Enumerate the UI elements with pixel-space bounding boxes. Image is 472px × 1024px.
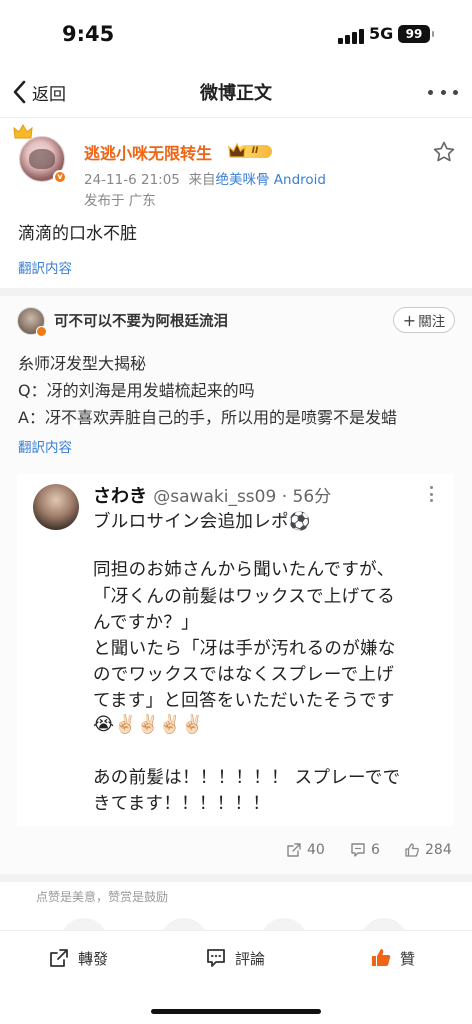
- translate-link[interactable]: 翻訳内容: [18, 436, 72, 456]
- verified-badge-icon: v: [53, 170, 67, 184]
- username[interactable]: 逃逃小咪无限转生: [84, 140, 212, 164]
- comment-icon: [207, 949, 225, 967]
- like-count-button[interactable]: 284: [404, 842, 452, 858]
- screenshot-line: ブルロサイン会追加レポ⚽: [93, 512, 311, 532]
- screenshot-line: 「冴くんの前髪はワックスで上げてる: [93, 587, 396, 607]
- vip-badge[interactable]: II: [228, 142, 272, 160]
- screenshot-line: 同担のお姉さんから聞いたんですが、: [93, 560, 395, 580]
- post-timestamp: 24-11-6 21:05: [84, 172, 180, 188]
- follow-label: 關注: [418, 314, 446, 330]
- repost-line: 糸师冴发型大揭秘: [18, 354, 147, 373]
- repost-card[interactable]: 可不可以不要为阿根廷流泪 + 關注 糸师冴发型大揭秘 Q：冴的刘海是用发蜡梳起来…: [0, 296, 472, 874]
- like-note: 点赞是美意，赞赏是鼓励: [36, 890, 169, 904]
- favorite-star-icon[interactable]: [432, 140, 456, 164]
- repost-line: A：冴不喜欢弄脏自己的手，所以用的是喷雾不是发蜡: [18, 408, 397, 427]
- crown-icon: [13, 124, 33, 139]
- screenshot-line: んですか？」: [93, 613, 199, 633]
- thumbs-up-icon: [372, 949, 391, 966]
- screenshot-line: あの前髪は！！！！！！ スプレーでで: [93, 768, 401, 788]
- repost-line: Q：冴的刘海是用发蜡梳起来的吗: [18, 381, 255, 400]
- bottom-action-bar: 轉發 評論 贊: [0, 930, 472, 1024]
- like-button[interactable]: 贊: [370, 947, 415, 969]
- screenshot-line: と聞いたら「冴は手が汚れるのが嫌な: [93, 639, 396, 659]
- home-indicator: [151, 1009, 321, 1014]
- like-label: 贊: [400, 949, 416, 968]
- status-time: 9:45: [62, 22, 115, 46]
- plus-icon: +: [402, 310, 417, 330]
- status-bar: 9:45 5G 99: [0, 0, 472, 66]
- section-divider: [0, 288, 472, 296]
- post-region: 发布于 广东: [84, 193, 156, 209]
- comment-count: 6: [371, 842, 380, 858]
- screenshot-line: のでワックスではなくスプレーで上げ: [93, 665, 395, 685]
- avatar[interactable]: v: [13, 124, 67, 186]
- signal-icon: [338, 28, 364, 44]
- post-text: 滴滴的口水不脏: [18, 224, 137, 244]
- share-icon: [50, 949, 68, 967]
- follow-button[interactable]: + 關注: [393, 307, 455, 333]
- screenshot-author: さわき @sawaki_ss09 · 56分: [93, 482, 331, 508]
- post-meta: 24-11-6 21:05 来自绝美咪骨 Android: [84, 168, 326, 188]
- comment-icon: [351, 843, 365, 857]
- post-source[interactable]: 绝美咪骨 Android: [215, 172, 326, 188]
- verified-badge-icon: [36, 326, 47, 337]
- repost-count: 40: [307, 842, 325, 858]
- screenshot-avatar: [33, 484, 79, 530]
- network-label: 5G: [369, 24, 394, 43]
- like-count: 284: [425, 842, 452, 858]
- embedded-screenshot[interactable]: さわき @sawaki_ss09 · 56分 ブルロサイン会追加レポ⚽ 同担のお…: [17, 474, 454, 826]
- share-icon: [287, 843, 301, 857]
- screenshot-more-icon: [430, 486, 434, 502]
- page-title: 微博正文: [200, 83, 272, 104]
- more-options-icon[interactable]: [428, 88, 458, 96]
- screenshot-line: てます」と回答をいただいたそうです: [93, 691, 395, 711]
- comment-label: 評論: [235, 949, 266, 968]
- comment-button[interactable]: 評論: [205, 947, 265, 969]
- screenshot-name: さわき: [93, 486, 147, 507]
- comment-count-button[interactable]: 6: [350, 842, 380, 858]
- battery-icon: 99: [398, 25, 434, 43]
- post: v 逃逃小咪无限转生 II 24-11-6 21:05 来自绝美咪骨 Andro…: [0, 118, 472, 288]
- repost-label: 轉發: [78, 949, 109, 968]
- section-divider: [0, 874, 472, 882]
- repost-stats: 40 6 284: [0, 842, 472, 866]
- screenshot-line: きてます！！！！！！: [93, 794, 271, 814]
- screenshot-handle: @sawaki_ss09 · 56分: [153, 487, 332, 507]
- source-prefix: 来自: [188, 172, 216, 188]
- repost-count-button[interactable]: 40: [286, 842, 325, 858]
- repost-button[interactable]: 轉發: [48, 947, 108, 969]
- thumbs-up-icon: [405, 843, 419, 857]
- screenshot-emoji: 😭✌🏻✌🏻✌🏻✌🏻: [93, 714, 204, 735]
- nav-bar: 返回 微博正文: [0, 66, 472, 118]
- translate-link[interactable]: 翻訳内容: [18, 257, 72, 277]
- vip-crown-icon: [228, 142, 246, 158]
- repost-username[interactable]: 可不可以不要为阿根廷流泪: [54, 310, 228, 331]
